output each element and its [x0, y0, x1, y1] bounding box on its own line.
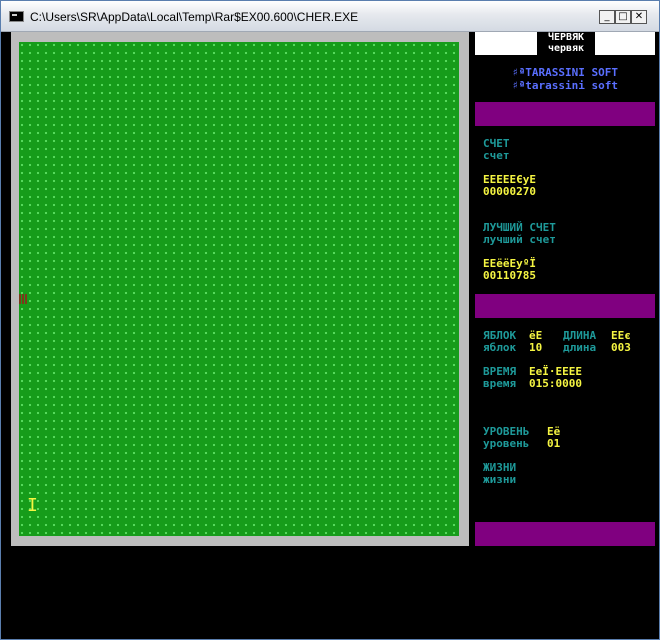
console-window: C:\Users\SR\AppData\Local\Temp\Rar$EX00.… — [0, 0, 660, 640]
divider-bar-2 — [475, 294, 655, 318]
length-label-lower: длина — [563, 342, 596, 354]
game-title-lower: червяк — [547, 43, 585, 54]
brand-lower: ♯ªtarassini soft — [512, 79, 618, 92]
best-score-label: ЛУЧШИЙ СЧЕТ лучший счет — [483, 222, 556, 246]
apples-label-lower-text: яблок — [483, 341, 517, 354]
apples-label-lower: яблок — [483, 342, 516, 354]
worm-segment — [19, 294, 27, 304]
playfield-frame: I — [11, 32, 469, 546]
time-value-text: 015:0000 — [529, 377, 582, 390]
window-title: C:\Users\SR\AppData\Local\Temp\Rar$EX00.… — [30, 10, 359, 24]
time-value: 015:0000 — [529, 378, 582, 390]
lives-label-lower: жизни — [483, 473, 517, 486]
length-value-text: 003 — [611, 341, 631, 354]
level-value: 01 — [547, 438, 560, 450]
best-score-label-lower: лучший счет — [483, 233, 556, 246]
brand-upper: ♯ªTARASSINI SOFT — [512, 66, 618, 79]
title-bar[interactable]: C:\Users\SR\AppData\Local\Temp\Rar$EX00.… — [1, 1, 659, 32]
console-client-area: I ЧЕРВЯК червяк ♯ªTARASSINI SOFT ♯ªtaras… — [3, 32, 657, 637]
length-label-lower-text: длина — [563, 341, 597, 354]
playfield: I — [19, 42, 459, 536]
game-title: ЧЕРВЯК червяк — [537, 32, 595, 55]
score-value-number: 00000270 — [483, 185, 536, 198]
level-label-lower-text: уровень — [483, 437, 530, 450]
time-label-lower: время — [483, 378, 516, 390]
apples-value-text: 10 — [529, 341, 543, 354]
length-value: 003 — [611, 342, 631, 354]
level-value-text: 01 — [547, 437, 561, 450]
time-label-lower-text: время — [483, 377, 517, 390]
status-panel: ЧЕРВЯК червяк ♯ªTARASSINI SOFT ♯ªtarassi… — [475, 32, 655, 546]
apples-value: 10 — [529, 342, 542, 354]
close-button[interactable]: ✕ — [631, 10, 647, 24]
lives-label: ЖИЗНИ жизни — [483, 462, 516, 486]
divider-bar-3 — [475, 522, 655, 546]
text-cursor-icon: I — [27, 495, 38, 516]
level-label-lower: уровень — [483, 438, 529, 450]
game-title-upper: ЧЕРВЯК — [547, 32, 585, 43]
score-value: ЕЕЕЕЕЄуЕ 00000270 — [483, 174, 536, 198]
score-label: СЧЕТ счет — [483, 138, 510, 162]
divider-bar-1 — [475, 102, 655, 126]
best-score-value: ЕЕёёЕуºЇ 00110785 — [483, 258, 536, 282]
score-label-lower: счет — [483, 149, 510, 162]
publisher-brand: ♯ªTARASSINI SOFT ♯ªtarassini soft — [475, 66, 655, 92]
best-score-value-number: 00110785 — [483, 269, 536, 282]
maximize-button[interactable]: □ — [615, 10, 631, 24]
minimize-button[interactable]: _ — [599, 10, 615, 24]
game-title-box: ЧЕРВЯК червяк — [475, 32, 655, 55]
console-app-icon[interactable] — [9, 11, 24, 22]
